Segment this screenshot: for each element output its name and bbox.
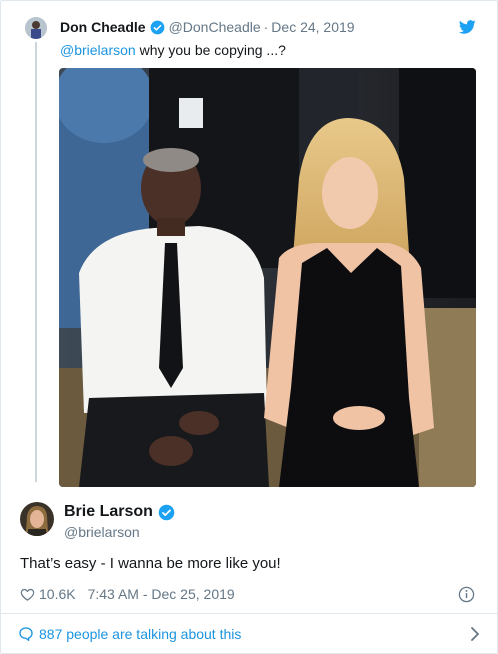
main-author-handle[interactable]: @brielarson — [64, 524, 140, 540]
verified-badge-icon — [150, 20, 164, 34]
tweet-photo[interactable] — [59, 68, 476, 487]
tweet-timestamp[interactable]: 7:43 AM - Dec 25, 2019 — [88, 586, 235, 602]
verified-badge-icon — [158, 504, 175, 520]
talking-count-text: 887 people are talking about this — [39, 626, 242, 642]
twitter-bird-icon[interactable] — [459, 20, 476, 34]
info-icon[interactable] — [458, 586, 475, 603]
parent-tweet-header: Don Cheadle @DonCheadle · Dec 24, 2019 — [60, 19, 355, 35]
like-count[interactable]: 10.6K — [39, 586, 76, 602]
parent-tweet-text: @brielarson why you be copying ...? — [60, 42, 286, 58]
main-author-name[interactable]: Brie Larson — [64, 503, 153, 521]
main-tweet-author: Brie Larson — [64, 503, 179, 521]
main-tweet-text: That’s easy - I wanna be more like you! — [20, 555, 281, 572]
brie-larson-avatar[interactable] — [20, 502, 54, 536]
parent-tweet-date[interactable]: Dec 24, 2019 — [271, 19, 354, 35]
mention-link[interactable]: @brielarson — [60, 42, 136, 58]
footer-divider — [0, 613, 498, 614]
parent-tweet-body: why you be copying ...? — [135, 42, 286, 58]
conversation-link[interactable]: 887 people are talking about this — [18, 625, 480, 643]
don-cheadle-avatar[interactable] — [25, 17, 47, 39]
parent-author-name[interactable]: Don Cheadle — [60, 19, 146, 35]
dot-separator: · — [263, 19, 269, 35]
tweet-metadata: 10.6K 7:43 AM - Dec 25, 2019 — [20, 586, 235, 602]
heart-icon[interactable] — [20, 587, 35, 602]
speech-bubble-icon — [19, 627, 33, 641]
thread-connector-line — [35, 42, 37, 482]
parent-author-handle[interactable]: @DonCheadle — [169, 19, 261, 35]
chevron-right-icon — [471, 627, 479, 641]
